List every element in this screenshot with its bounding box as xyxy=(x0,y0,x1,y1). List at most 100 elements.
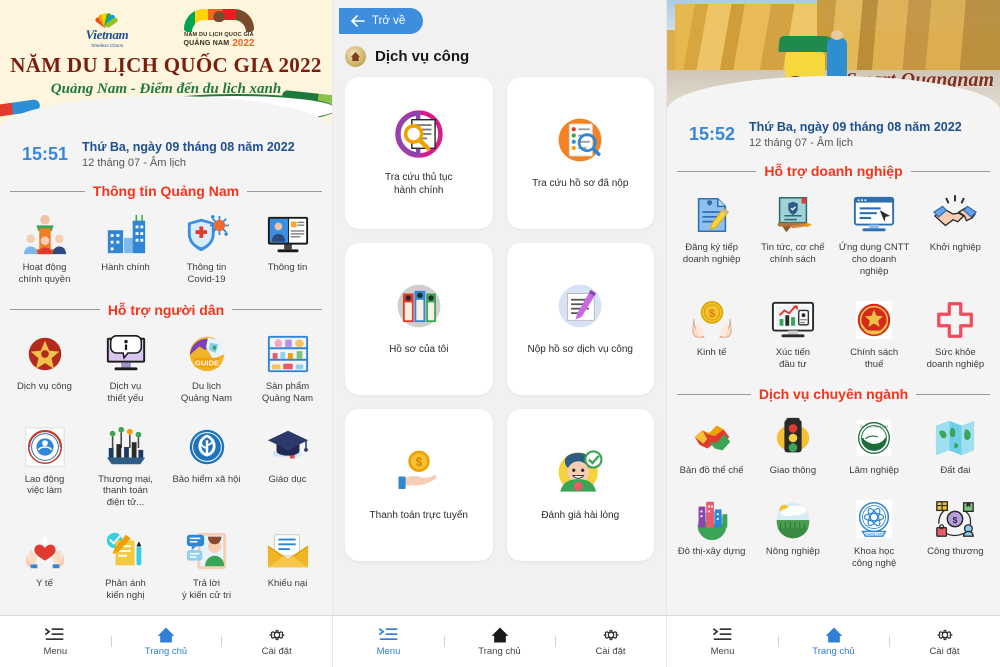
app-tile-label: Sản phẩm Quảng Nam xyxy=(261,380,314,404)
service-card[interactable]: Nộp hồ sơ dịch vụ công xyxy=(506,243,654,395)
app-tile[interactable]: Giao thông xyxy=(752,410,833,485)
nav-home-p3[interactable]: Trang chủ xyxy=(778,626,889,657)
app-tile[interactable]: Tin tức, cơ chế chính sách xyxy=(752,187,833,286)
app-tile-label: Đô thị-xây dựng xyxy=(677,546,746,558)
service-card[interactable]: $ Thanh toán trực tuyến xyxy=(345,409,493,561)
app-tile[interactable]: $ Công thương xyxy=(915,491,996,578)
app-tile[interactable]: Xúc tiến đầu tư xyxy=(752,292,833,379)
app-tile[interactable]: Chính sách thuế xyxy=(834,292,915,379)
nav-settings-label-p2: Cài đặt xyxy=(595,646,626,657)
svg-text:Quảng Nam: Quảng Nam xyxy=(864,533,885,537)
app-tile[interactable]: Thông tin xyxy=(247,207,328,294)
app-tile[interactable]: Đất đai xyxy=(915,410,996,485)
agriculture-field-icon xyxy=(770,497,816,541)
nav-home-p1[interactable]: Trang chủ xyxy=(110,626,222,657)
lunar-date-p3: 12 tháng 07 - Âm lịch xyxy=(749,137,853,149)
service-card[interactable]: Đánh giá hài lòng xyxy=(506,409,654,561)
app-tile-label: Du lịch Quảng Nam xyxy=(180,380,233,404)
svg-text:$: $ xyxy=(708,308,715,320)
red-cross-health-icon xyxy=(932,298,978,342)
app-tile[interactable]: Dịch vụ công xyxy=(4,326,85,413)
institution-map-icon xyxy=(689,416,735,460)
section-divider: Thông tin Quảng Nam xyxy=(0,181,332,201)
divider-line-right xyxy=(232,309,322,311)
icon-grid: Y tế Phản ánh kiến nghị Trả lời ý kiến cử … xyxy=(0,519,332,612)
section-title: Dịch vụ chuyên ngành xyxy=(758,386,909,403)
app-tile[interactable]: Dịch vụ thiết yếu xyxy=(85,326,166,413)
gear-icon xyxy=(936,629,953,641)
app-tile[interactable]: Thương mại, thanh toán điện tử... xyxy=(85,419,166,518)
app-tile[interactable]: CHI CUC KIEM LAM Lâm nghiệp xyxy=(834,410,915,485)
quangnam-logo-year: 2022 xyxy=(232,38,255,49)
app-tile-label: Thương mại, thanh toán điện tử... xyxy=(98,473,153,509)
app-tile[interactable]: Nông nghiệp xyxy=(752,491,833,578)
menu-list-icon xyxy=(712,628,731,640)
service-card[interactable]: Tra cứu thủ tục hành chính xyxy=(345,77,493,229)
hoian-photo-banner: Smart Quangnam xyxy=(667,0,1000,110)
panel3-sections: Hỗ trợ doanh nghiệp Đăng ký tiếp doanh ng… xyxy=(667,161,1000,580)
app-tile[interactable]: Hoạt động chính quyền xyxy=(4,207,85,294)
menu-list-icon xyxy=(45,628,64,640)
divider-line-left xyxy=(677,170,757,172)
app-tile[interactable]: GUIDE Du lịch Quảng Nam xyxy=(166,326,247,413)
app-tile[interactable]: Thông tin Covid-19 xyxy=(166,207,247,294)
app-tile-label: Thông tin Covid-19 xyxy=(186,262,227,285)
register-document-pen-icon xyxy=(689,193,735,237)
office-buildings-icon xyxy=(103,213,149,257)
app-tile[interactable]: Quảng Nam Khoa học công nghệ xyxy=(834,491,915,578)
banner-title-main: NĂM DU LỊCH QUỐC GIA 2022 xyxy=(10,53,322,77)
icon-grid: Hoạt động chính quyền Hành chính Thông ti… xyxy=(0,203,332,296)
nav-settings-p2[interactable]: Cài đặt xyxy=(555,626,666,657)
app-tile[interactable]: Khiếu nại xyxy=(247,523,328,610)
divider-line-left xyxy=(677,393,751,395)
complaint-envelope-icon xyxy=(265,529,311,573)
it-application-monitor-icon xyxy=(851,193,897,237)
phone-screen-home-business: Smart Quangnam 15:52 Thứ Ba, ngày 09 thá… xyxy=(667,0,1000,667)
back-button[interactable]: Trở về xyxy=(339,8,424,34)
nav-menu-p1[interactable]: Menu xyxy=(0,626,111,657)
app-tile[interactable]: Trả lời ý kiến cử tri xyxy=(166,523,247,610)
svg-text:$: $ xyxy=(416,456,423,469)
lotus-petals-icon xyxy=(76,8,138,29)
app-tile[interactable]: Sản phẩm Quảng Nam xyxy=(247,326,328,413)
app-tile[interactable]: Đô thị-xây dựng xyxy=(671,491,752,578)
nav-settings-label-p3: Cài đặt xyxy=(929,646,960,657)
search-procedure-icon xyxy=(394,109,444,159)
app-tile-label: Khởi nghiệp xyxy=(929,242,981,253)
travel-guide-icon: GUIDE xyxy=(184,332,230,376)
app-tile[interactable]: $ Kinh tế xyxy=(671,292,752,379)
bottom-nav-panel1: Menu Trang chủ Cài đặt xyxy=(0,615,332,667)
app-tile[interactable]: Ứng dụng CNTT cho doanh nghiệp xyxy=(834,187,915,286)
graduation-cap-icon xyxy=(265,425,311,469)
current-time: 15:51 xyxy=(22,144,69,164)
science-tech-emblem-icon: Quảng Nam xyxy=(851,497,897,541)
app-tile[interactable]: Y tế xyxy=(4,523,85,610)
app-tile[interactable]: Phản ánh kiến nghị xyxy=(85,523,166,610)
vietnam-logo-tagline: Timeless Charm xyxy=(90,43,124,48)
nav-menu-label-p1: Menu xyxy=(43,646,68,657)
app-tile[interactable]: Bản đồ thể chế xyxy=(671,410,752,485)
app-tile-label: Giáo dục xyxy=(268,473,307,485)
nav-home-p2[interactable]: Trang chủ xyxy=(444,626,555,657)
nav-menu-p3[interactable]: Menu xyxy=(667,626,778,657)
nav-settings-p1[interactable]: Cài đặt xyxy=(221,626,332,657)
app-tile-label: Tin tức, cơ chế chính sách xyxy=(761,242,825,265)
app-tile-label: Bảo hiểm xã hội xyxy=(172,473,241,485)
app-tile-label: Sức khỏe doanh nghiệp xyxy=(926,346,985,370)
service-card[interactable]: Hồ sơ của tôi xyxy=(345,243,493,395)
national-emblem-tax-icon xyxy=(851,298,897,342)
app-tile[interactable]: Bảo hiểm xã hội xyxy=(166,419,247,518)
app-tile[interactable]: Lao động việc làm xyxy=(4,419,85,518)
app-tile[interactable]: Giáo dục xyxy=(247,419,328,518)
gear-icon xyxy=(268,629,285,641)
home-icon xyxy=(825,627,842,643)
nav-menu-p2[interactable]: Menu xyxy=(333,626,444,657)
app-tile[interactable]: Khởi nghiệp xyxy=(915,187,996,286)
service-card[interactable]: Tra cứu hồ sơ đã nộp xyxy=(506,77,654,229)
app-tile[interactable]: Sức khỏe doanh nghiệp xyxy=(915,292,996,379)
nav-settings-p3[interactable]: Cài đặt xyxy=(889,626,1000,657)
clock-date-row-panel1: 15:51 Thứ Ba, ngày 09 tháng 08 năm 2022 … xyxy=(0,130,332,177)
app-tile[interactable]: Hành chính xyxy=(85,207,166,294)
app-tile[interactable]: Đăng ký tiếp doanh nghiệp xyxy=(671,187,752,286)
icon-grid: $ Kinh tế Xúc tiến đầu tư Chính sách thuế … xyxy=(667,288,1000,381)
